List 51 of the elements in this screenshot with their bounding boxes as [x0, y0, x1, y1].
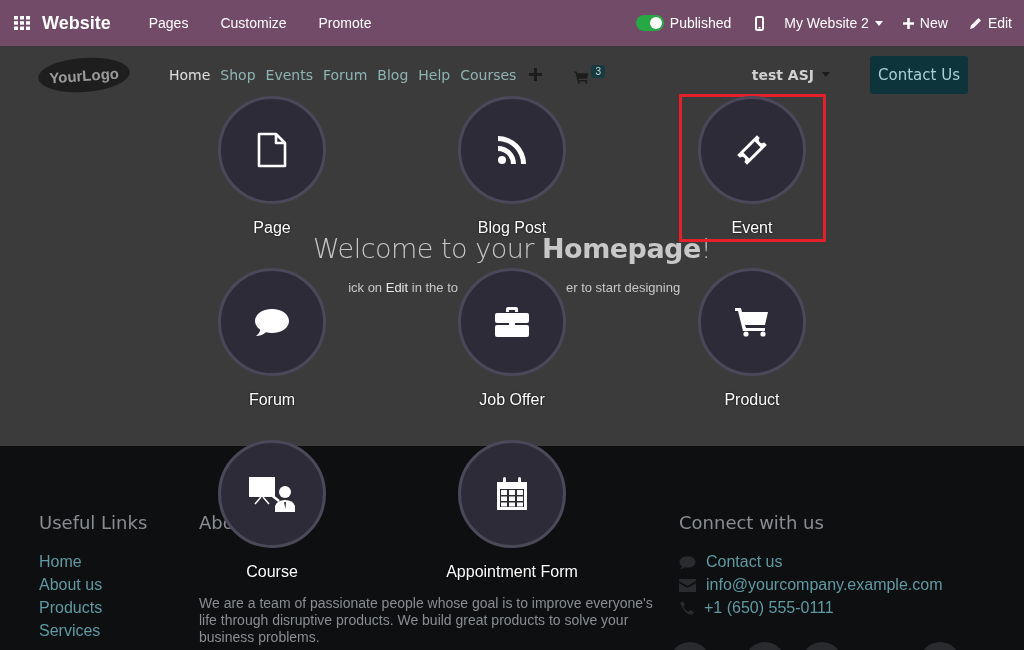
contact-us-button[interactable]: Contact Us — [870, 55, 968, 94]
briefcase-icon — [494, 306, 530, 338]
rss-feed-icon — [498, 136, 526, 164]
chat-bubble-icon — [679, 554, 696, 570]
speech-bubble-icon — [254, 307, 290, 337]
nav-link[interactable]: Help — [413, 66, 456, 83]
hero-subtitle: ick on Edit in the to — [348, 280, 458, 295]
apps-menu-icon[interactable] — [14, 16, 30, 30]
footer-link[interactable]: About us — [39, 576, 199, 594]
footer-heading: Useful Links — [39, 512, 149, 533]
toggle-switch[interactable] — [635, 15, 664, 31]
phone-icon — [679, 600, 694, 616]
cart-icon[interactable] — [574, 71, 590, 84]
about-text: We are a team of passionate people whose goal is to improve everyone's life through disruptive products. We build great products to solve your business problems. — [199, 595, 654, 646]
mobile-preview-icon[interactable] — [755, 15, 765, 31]
nav-link[interactable]: Forum — [317, 66, 373, 83]
menu-item[interactable]: Customize — [204, 15, 303, 31]
pencil-icon — [969, 17, 982, 29]
nav-link[interactable]: Home — [164, 66, 216, 83]
caret-icon — [822, 72, 830, 77]
footer-link[interactable]: Home — [39, 553, 199, 571]
cart-count-badge: 3 — [591, 65, 605, 78]
contact-link[interactable]: info@yourcompany.example.com — [706, 576, 943, 594]
plus-icon — [902, 17, 914, 29]
app-name: Website — [41, 12, 112, 34]
nav-link[interactable]: Shop — [215, 66, 261, 83]
menu-item[interactable]: Pages — [132, 15, 205, 31]
add-menu-icon[interactable] — [529, 68, 543, 81]
publish-toggle[interactable]: Published — [619, 15, 748, 31]
footer-link[interactable]: Services — [39, 622, 199, 640]
website-switcher[interactable]: My Website 2 — [776, 15, 891, 31]
footer-heading: Connect with us — [679, 512, 825, 533]
contact-link[interactable]: Contact us — [706, 553, 783, 571]
caret-icon — [874, 20, 883, 26]
nav-link[interactable]: Blog — [372, 66, 414, 83]
ticket-icon — [735, 133, 769, 167]
edit-button[interactable]: Edit — [959, 15, 1016, 31]
contact-link[interactable]: +1 (650) 555-0111 — [704, 599, 834, 617]
nav-link[interactable]: Events — [260, 66, 318, 83]
presenter-board-icon — [248, 475, 296, 513]
nav-link[interactable]: Courses — [455, 66, 522, 83]
footer-link[interactable]: Products — [39, 599, 199, 617]
envelope-icon — [679, 578, 696, 592]
calendar-icon — [496, 477, 528, 511]
document-icon — [257, 132, 287, 168]
new-content-option[interactable]: Event — [678, 94, 826, 242]
user-menu[interactable]: test ASJ — [745, 65, 836, 84]
hero-subtitle: er to start designing — [566, 280, 681, 295]
new-button[interactable]: New — [890, 15, 960, 31]
shopping-cart-icon — [735, 307, 769, 337]
menu-item[interactable]: Promote — [302, 15, 388, 31]
